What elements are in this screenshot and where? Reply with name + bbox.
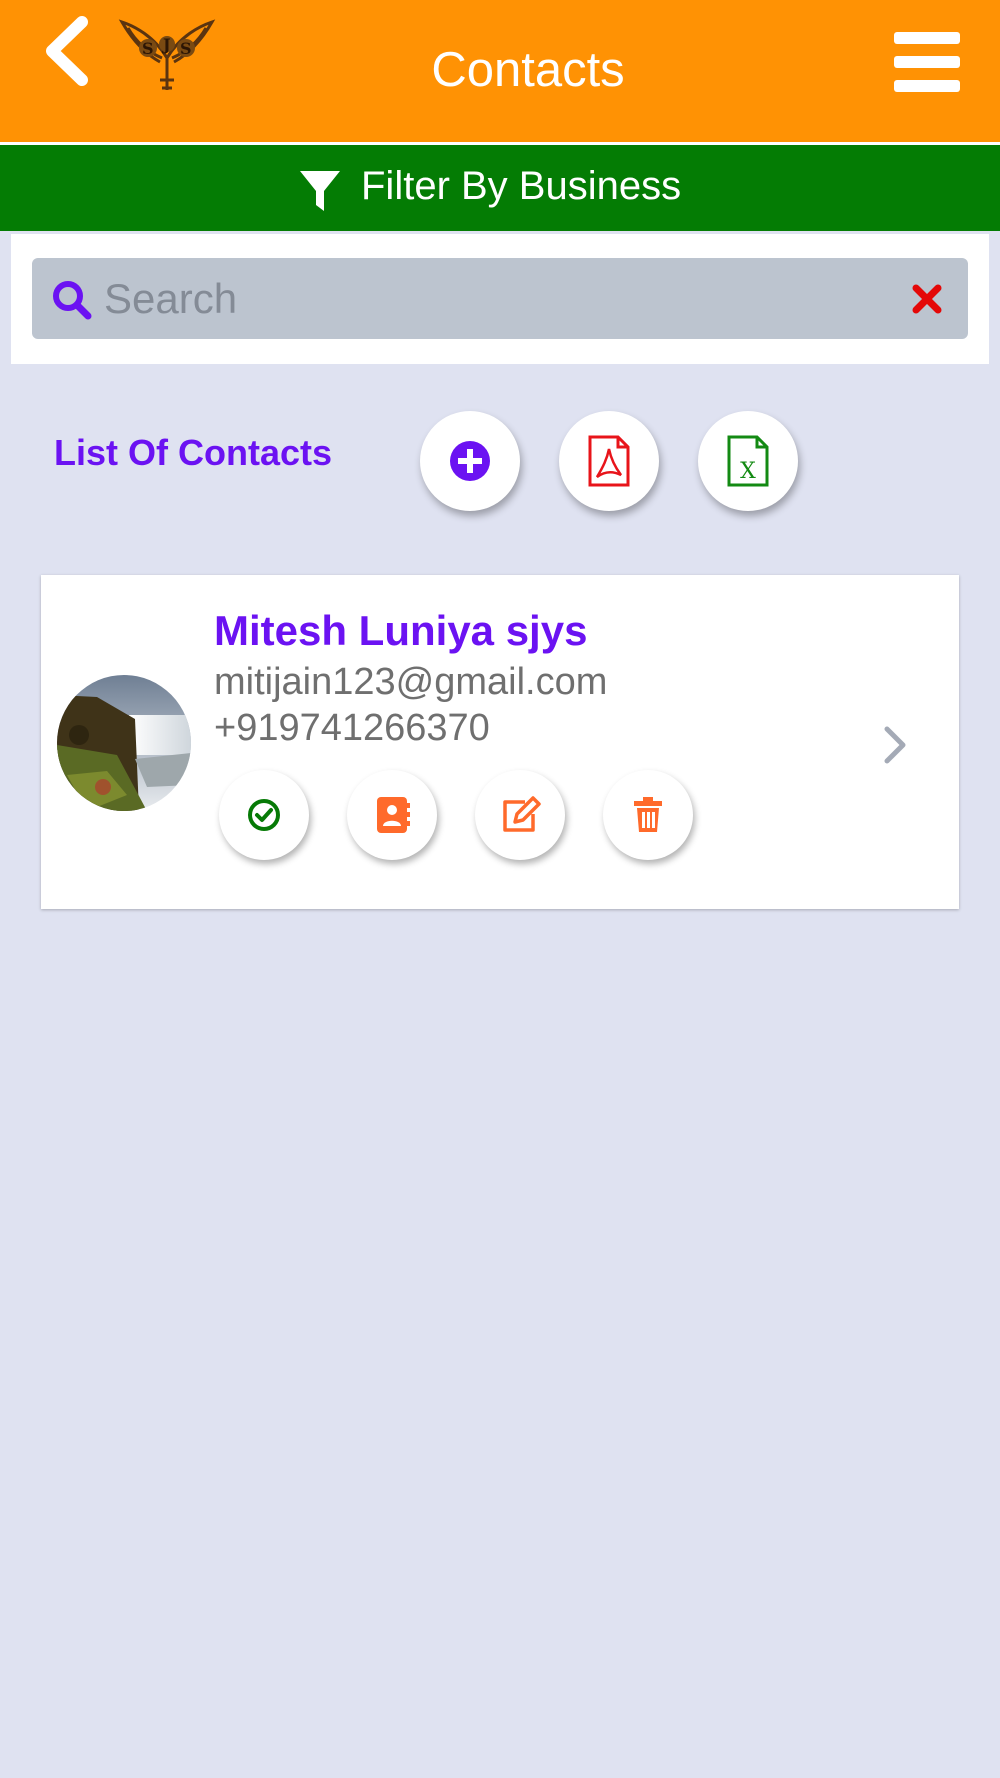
trash-icon [634, 797, 662, 832]
filter-label: Filter By Business [361, 164, 682, 208]
page-title: Contacts [431, 43, 625, 97]
close-icon[interactable] [912, 284, 942, 314]
contact-email: mitijain123@gmail.com [214, 661, 608, 703]
app-header: S J S Contacts [0, 0, 1000, 142]
verify-button[interactable] [219, 770, 309, 860]
list-title: List Of Contacts [54, 432, 333, 473]
chevron-right-icon [884, 726, 906, 764]
contact-phone: +919741266370 [214, 707, 490, 749]
edit-button[interactable] [475, 770, 565, 860]
search-input[interactable] [102, 268, 886, 330]
contact-card[interactable]: Mitesh Luniya sjys mitijain123@gmail.com… [41, 575, 959, 909]
contact-name: Mitesh Luniya sjys [214, 607, 588, 654]
avatar [57, 675, 191, 811]
plus-circle-icon [450, 441, 490, 481]
check-circle-icon [248, 799, 280, 831]
export-pdf-button[interactable] [559, 411, 659, 511]
search-box [32, 258, 968, 339]
pdf-file-icon [588, 435, 630, 487]
search-panel [11, 234, 989, 364]
delete-button[interactable] [603, 770, 693, 860]
add-contact-button[interactable] [420, 411, 520, 511]
menu-button[interactable] [894, 32, 960, 92]
avatar-image [57, 675, 191, 811]
hamburger-menu-icon [894, 80, 960, 92]
address-book-icon [377, 797, 410, 833]
excel-file-icon: X [727, 435, 769, 487]
address-book-button[interactable] [347, 770, 437, 860]
search-icon [53, 281, 92, 320]
filter-icon [300, 171, 340, 211]
filter-by-business-button[interactable]: Filter By Business [0, 145, 1000, 231]
svg-text:X: X [740, 459, 756, 484]
edit-icon [503, 796, 541, 832]
hamburger-menu-icon [894, 56, 960, 68]
hamburger-menu-icon [894, 32, 960, 44]
export-excel-button[interactable]: X [698, 411, 798, 511]
